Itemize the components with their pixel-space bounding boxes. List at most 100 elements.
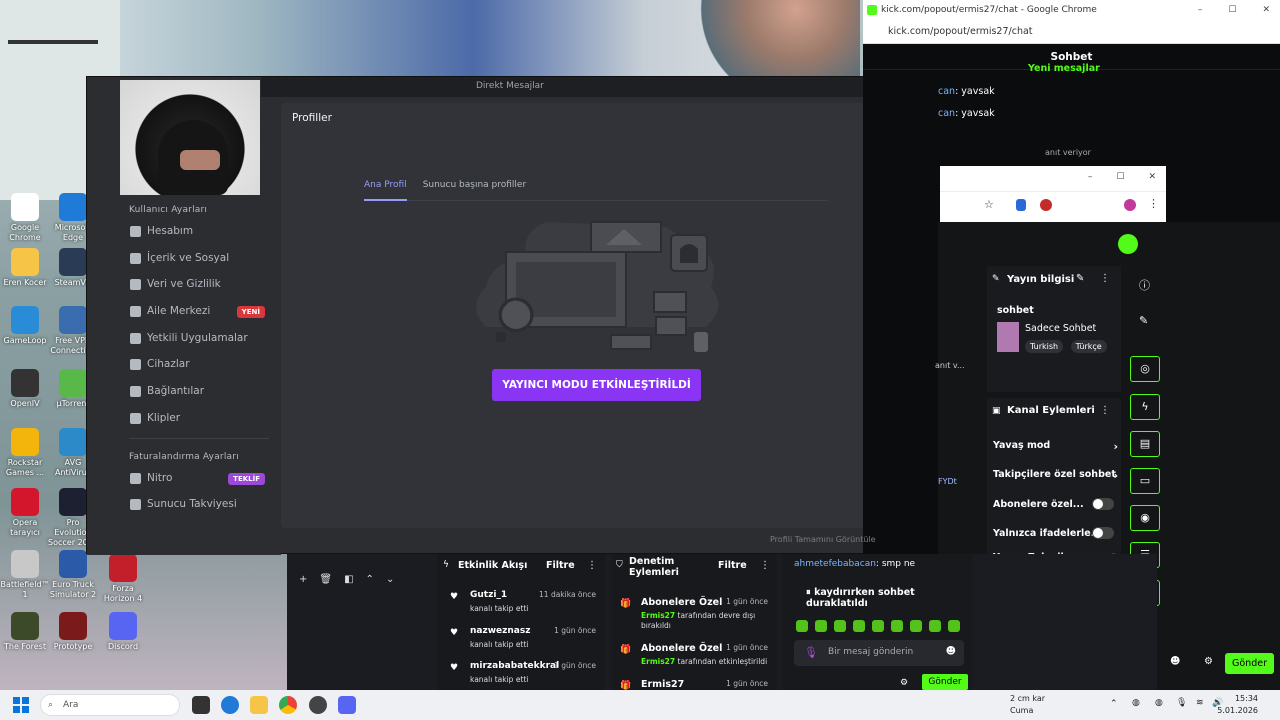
mod-action-user[interactable]: Ermis27 [641, 611, 675, 620]
lightning-icon[interactable]: ϟ [1130, 394, 1160, 420]
add-icon[interactable]: + [299, 574, 307, 585]
extension-icon[interactable] [1040, 199, 1052, 211]
more-icon[interactable]: ⋮ [760, 560, 770, 571]
edit-icon[interactable]: ✎ [1076, 273, 1084, 284]
settings-item[interactable]: Bağlantılar [113, 378, 281, 405]
settings-item[interactable]: Aile Merkezi YENİ [113, 298, 281, 325]
avatar[interactable] [1124, 199, 1136, 211]
more-icon[interactable]: ⋮ [587, 560, 597, 571]
emote-icon[interactable] [796, 620, 808, 632]
desktop-icon[interactable]: Discord [98, 612, 148, 652]
settings-item[interactable]: Yetkili Uygulamalar [113, 325, 281, 352]
streamer-mode-button[interactable]: YAYINCI MODU ETKİNLEŞTİRİLDİ [492, 369, 701, 401]
camera-icon[interactable]: ◎ [1130, 356, 1160, 382]
channel-action-item[interactable]: Abonelere özel... [993, 498, 1118, 510]
send-button[interactable]: Gönder [922, 674, 968, 690]
chat-input[interactable]: 🎙 Bir mesaj gönderin ☻ [794, 640, 964, 666]
settings-item[interactable]: Sunucu Takviyesi [113, 491, 281, 518]
bookmark-star-icon[interactable]: ☆ [984, 198, 994, 211]
gear-icon[interactable]: ⚙ [1204, 656, 1213, 667]
obs-icon[interactable] [309, 696, 327, 714]
toggle-switch[interactable] [1092, 498, 1114, 510]
menu-icon[interactable]: ⋮ [1148, 197, 1159, 210]
emote-icon[interactable] [948, 620, 960, 632]
emote-icon[interactable] [929, 620, 941, 632]
microphone-icon[interactable]: 🎙 [804, 646, 818, 659]
desktop-icon[interactable]: The Forest [0, 612, 50, 652]
tab-main-profile[interactable]: Ana Profil [364, 175, 407, 201]
desktop-icon[interactable]: Battlefield™ 1 [0, 550, 50, 600]
maximize-icon[interactable]: ☐ [1228, 0, 1236, 20]
more-icon[interactable]: ⋮ [1100, 405, 1110, 416]
desktop-icon[interactable]: Eren Kocer [0, 248, 50, 288]
trash-icon[interactable]: 🗑 [319, 574, 332, 585]
emote-icon[interactable] [815, 620, 827, 632]
chat-icon[interactable]: ▭ [1130, 468, 1160, 494]
address-bar[interactable]: kick.com/popout/ermis27/chat [863, 20, 1280, 44]
close-icon[interactable]: ✕ [1148, 172, 1156, 182]
down-icon[interactable]: ⌄ [386, 574, 394, 585]
settings-item[interactable]: Klipler [113, 405, 281, 432]
chat-paused-banner[interactable]: ⏸ kaydırırken sohbet duraklatıldı [806, 587, 972, 609]
desktop-icon[interactable]: Google Chrome [0, 193, 50, 243]
emote-icon[interactable] [853, 620, 865, 632]
channel-action-item[interactable]: Takipçilere özel sohbet › [993, 469, 1118, 482]
tray-icon[interactable]: ◍ [1132, 698, 1140, 708]
emoji-icon[interactable]: ☻ [946, 646, 956, 657]
settings-item[interactable]: Cihazlar [113, 351, 281, 378]
emote-icon[interactable] [834, 620, 846, 632]
desktop-icon[interactable]: GameLoop [0, 306, 50, 346]
weather-widget[interactable]: 2 cm kar Cuma [1010, 693, 1045, 717]
filter-button[interactable]: Filtre [718, 560, 747, 571]
clock[interactable]: 15:34 5.01.2026 [1217, 693, 1258, 717]
more-icon[interactable]: ⋮ [1100, 273, 1110, 284]
emote-icon[interactable] [891, 620, 903, 632]
edge-icon[interactable] [221, 696, 239, 714]
toggle-switch[interactable] [1092, 527, 1114, 539]
desktop-icon[interactable]: Euro Truck Simulator 2 [48, 550, 98, 600]
minimize-icon[interactable]: – [1088, 172, 1093, 182]
desktop-icon[interactable]: Prototype [48, 612, 98, 652]
send-button[interactable]: Gönder [1225, 653, 1274, 674]
view-full-profile-link[interactable]: Profili Tamamını Görüntüle [770, 535, 876, 544]
windows-start-icon[interactable] [13, 697, 29, 713]
filter-button[interactable]: Filtre [546, 560, 575, 571]
wifi-icon[interactable]: ≋ [1196, 698, 1204, 708]
chevron-up-icon[interactable]: ⌃ [1110, 699, 1118, 709]
broadcast-icon[interactable]: ◉ [1130, 505, 1160, 531]
minimize-icon[interactable]: – [1198, 0, 1203, 20]
settings-item[interactable]: İçerik ve Sosyal [113, 245, 281, 272]
settings-item[interactable]: Hesabım [113, 218, 281, 245]
maximize-icon[interactable]: ☐ [1116, 172, 1124, 182]
emoji-icon[interactable]: ☻ [1170, 656, 1180, 667]
desktop-icon[interactable]: OpenIV [0, 369, 50, 409]
chrome-icon[interactable] [279, 696, 297, 714]
properties-icon[interactable]: ◧ [344, 574, 353, 585]
taskbar-search[interactable]: ⌕ Ara [40, 694, 180, 716]
desktop-icon[interactable]: Opera tarayıcı [0, 488, 50, 538]
info-icon[interactable]: ⓘ [1139, 277, 1150, 293]
desktop-icon[interactable]: Forza Horizon 4 [98, 554, 148, 604]
channel-action-item[interactable]: Yalnızca ifadelerle... [993, 527, 1118, 539]
extension-icon[interactable] [1016, 199, 1026, 211]
tab-server-profiles[interactable]: Sunucu başına profiller [423, 175, 526, 201]
task-view-icon[interactable] [192, 696, 210, 714]
emote-icon[interactable] [872, 620, 884, 632]
discord-icon[interactable] [338, 696, 356, 714]
file-explorer-icon[interactable] [250, 696, 268, 714]
settings-item[interactable]: Nitro TEKLİF [113, 465, 281, 492]
gear-icon[interactable]: ⚙ [900, 678, 908, 688]
channel-action-item[interactable]: Yavaş mod › [993, 440, 1118, 453]
document-icon[interactable]: ▤ [1130, 431, 1160, 457]
microphone-icon[interactable]: 🎙 [1176, 698, 1187, 708]
tray-icon[interactable]: ◍ [1155, 698, 1163, 708]
close-icon[interactable]: ✕ [1262, 0, 1270, 20]
emote-icon[interactable] [910, 620, 922, 632]
up-icon[interactable]: ⌃ [366, 574, 374, 585]
new-messages-label[interactable]: Yeni mesajlar [1028, 63, 1100, 74]
settings-item[interactable]: Veri ve Gizlilik [113, 271, 281, 298]
edit-icon[interactable]: ✎ [1139, 314, 1148, 327]
avatar[interactable] [1118, 234, 1138, 254]
mod-action-user[interactable]: Ermis27 [641, 657, 675, 666]
desktop-icon[interactable]: Rockstar Games ... [0, 428, 50, 478]
